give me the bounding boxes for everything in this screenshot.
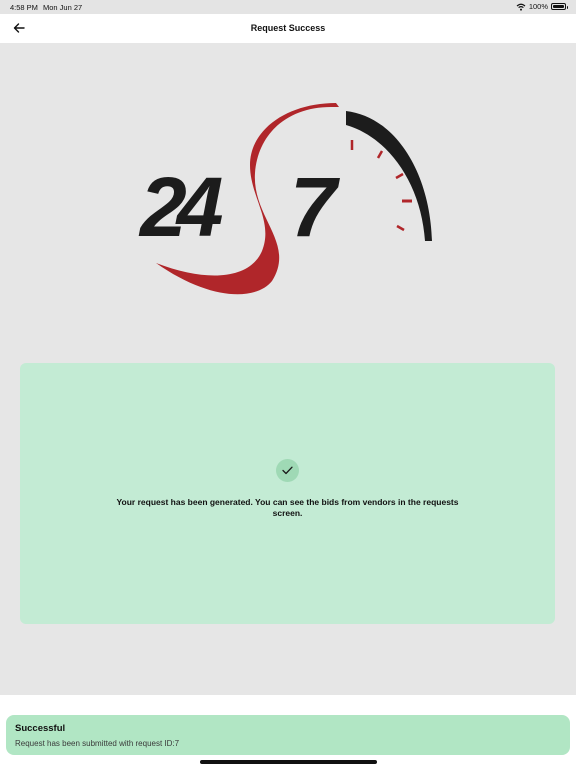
success-toast[interactable]: Successful Request has been submitted wi… [6,715,570,755]
main-content: 24 7 Your request has been generated. Yo… [0,43,576,695]
success-message: Your request has been generated. You can… [116,497,459,518]
toast-message: Request has been submitted with request … [15,739,180,748]
logo-24-7: 24 7 [138,103,432,295]
check-icon [276,459,299,482]
status-indicators: 100% [516,2,568,11]
battery-percentage: 100% [528,2,548,11]
toast-title: Successful [15,723,66,734]
status-bar: 4:58 PM Mon Jun 27 100% [0,0,576,14]
home-indicator[interactable] [200,760,377,764]
wifi-icon [516,3,526,11]
navigation-bar: Request Success [0,14,576,43]
logo-text-24: 24 [138,160,223,254]
bottom-area: Successful Request has been submitted wi… [0,695,576,768]
success-card: Your request has been generated. You can… [20,363,555,624]
logo-dial-arc [346,111,432,241]
logo-text-7: 7 [290,160,340,254]
status-time: 4:58 PM [10,3,38,12]
status-date: Mon Jun 27 [43,3,83,12]
page-title: Request Success [250,23,326,33]
battery-icon [551,3,568,10]
